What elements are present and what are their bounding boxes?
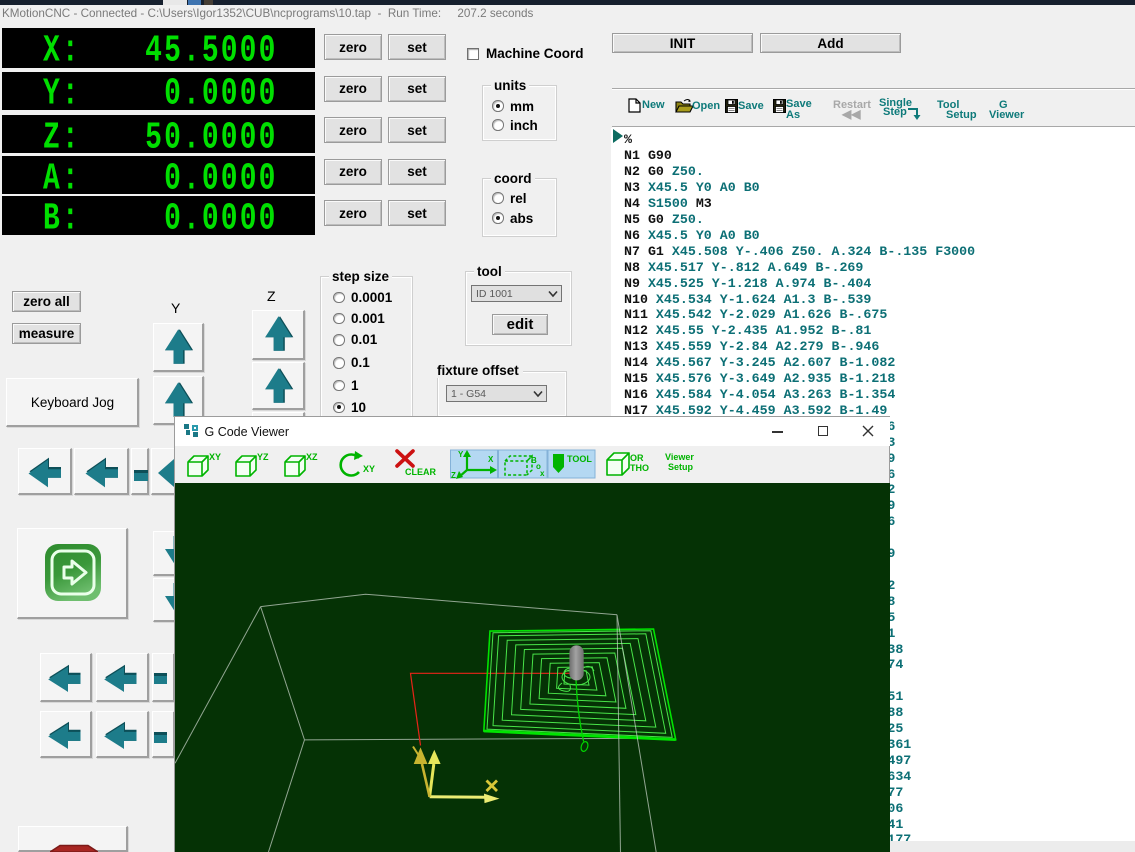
svg-text:Viewer: Viewer [665, 452, 694, 462]
svg-text:x: x [540, 469, 545, 478]
svg-text:XY: XY [209, 452, 221, 462]
svg-text:Setup: Setup [668, 462, 694, 472]
svg-text:TOOL: TOOL [567, 454, 592, 464]
svg-text:YZ: YZ [257, 452, 269, 462]
svg-text:XY: XY [363, 464, 375, 474]
svg-text:OR: OR [630, 453, 644, 463]
svg-text:X: X [488, 455, 494, 464]
svg-text:THO: THO [630, 463, 649, 473]
svg-text:CLEAR: CLEAR [405, 467, 436, 477]
svg-text:Z: Z [451, 471, 456, 480]
svg-text:Y: Y [458, 450, 464, 459]
svg-text:XZ: XZ [306, 452, 318, 462]
